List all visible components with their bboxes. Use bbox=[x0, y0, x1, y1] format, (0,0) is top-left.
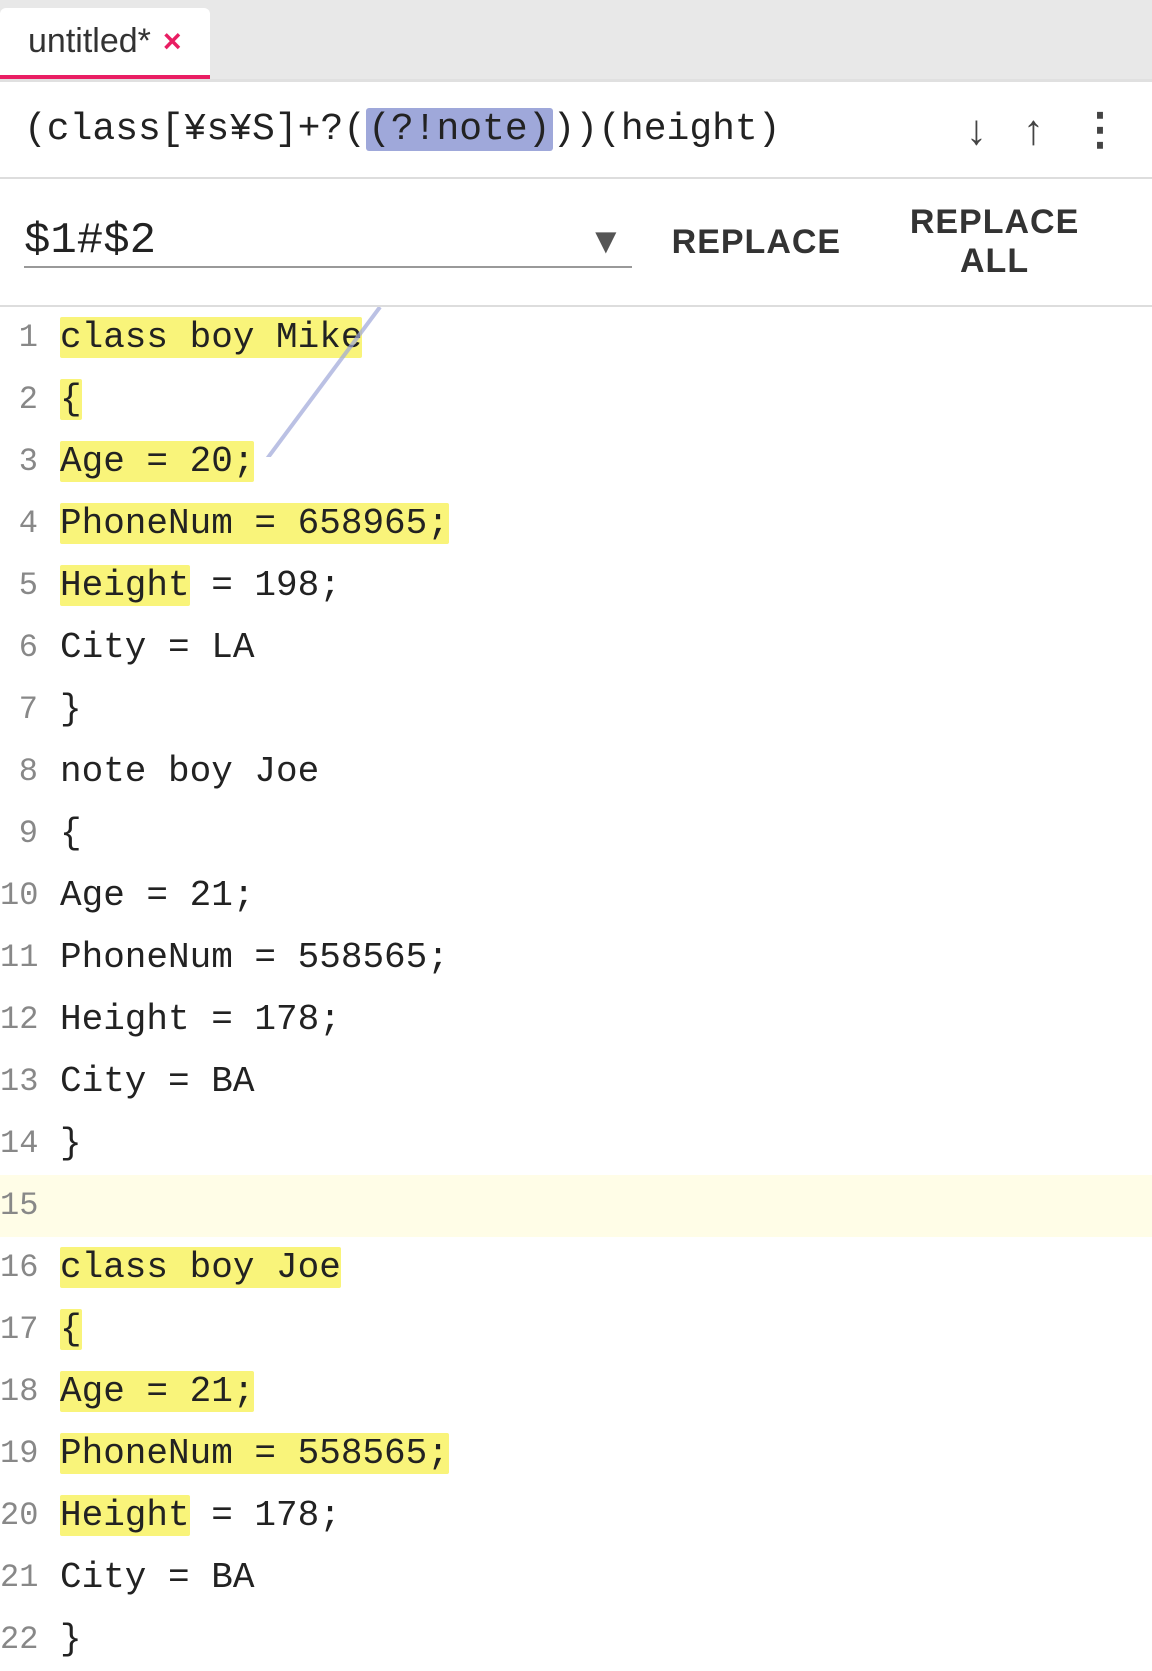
line-number: 17 bbox=[0, 1299, 52, 1361]
line-content: Height = 178; bbox=[52, 989, 341, 1051]
code-line: 19PhoneNum = 558565; bbox=[0, 1423, 1152, 1485]
line-content: City = BA bbox=[52, 1547, 254, 1609]
code-line: 22} bbox=[0, 1609, 1152, 1671]
line-content: Height = 178; bbox=[52, 1485, 341, 1547]
code-line: 9{ bbox=[0, 803, 1152, 865]
search-down-button[interactable]: ↓ bbox=[956, 102, 997, 158]
line-number: 19 bbox=[0, 1423, 52, 1485]
search-highlight-group: (?!note) bbox=[366, 108, 552, 151]
line-number: 6 bbox=[0, 617, 52, 679]
code-line: 13City = BA bbox=[0, 1051, 1152, 1113]
code-line: 15 bbox=[0, 1175, 1152, 1237]
line-content: } bbox=[52, 1609, 82, 1671]
line-content: class boy Joe bbox=[52, 1237, 341, 1299]
line-number: 20 bbox=[0, 1485, 52, 1547]
line-number: 15 bbox=[0, 1175, 52, 1237]
line-number: 16 bbox=[0, 1237, 52, 1299]
line-content: PhoneNum = 558565; bbox=[52, 1423, 449, 1485]
line-content: City = BA bbox=[52, 1051, 254, 1113]
tab-untitled[interactable]: untitled* × bbox=[0, 8, 210, 79]
replace-button[interactable]: REPLACE bbox=[652, 215, 861, 270]
line-number: 1 bbox=[0, 307, 52, 369]
line-number: 14 bbox=[0, 1113, 52, 1175]
line-content: { bbox=[52, 369, 82, 431]
line-content: Age = 21; bbox=[52, 865, 254, 927]
replace-input-wrapper: ▼ bbox=[24, 216, 632, 268]
line-content: } bbox=[52, 1113, 82, 1175]
line-content: class boy Mike bbox=[52, 307, 362, 369]
line-content: } bbox=[52, 679, 82, 741]
code-line: 3Age = 20; bbox=[0, 431, 1152, 493]
code-line: 6City = LA bbox=[0, 617, 1152, 679]
code-line: 11PhoneNum = 558565; bbox=[0, 927, 1152, 989]
line-content: note boy Joe bbox=[52, 741, 319, 803]
line-number: 4 bbox=[0, 493, 52, 555]
search-pattern-before: (class[¥s¥S]+?( bbox=[24, 108, 366, 151]
code-line: 16class boy Joe bbox=[0, 1237, 1152, 1299]
tab-close-button[interactable]: × bbox=[163, 23, 182, 60]
line-number: 5 bbox=[0, 555, 52, 617]
line-number: 10 bbox=[0, 865, 52, 927]
search-bar: (class[¥s¥S]+?((?!note)))(height) ↓ ↑ ⋮ bbox=[0, 82, 1152, 179]
line-number: 11 bbox=[0, 927, 52, 989]
line-content: Age = 21; bbox=[52, 1361, 254, 1423]
line-content: Height = 198; bbox=[52, 555, 341, 617]
search-pattern-after: ))(height) bbox=[553, 108, 781, 151]
line-number: 7 bbox=[0, 679, 52, 741]
line-number: 21 bbox=[0, 1547, 52, 1609]
line-content: City = LA bbox=[52, 617, 254, 679]
code-line: 17{ bbox=[0, 1299, 1152, 1361]
code-line: 4PhoneNum = 658965; bbox=[0, 493, 1152, 555]
code-area: 1class boy Mike2{3Age = 20;4PhoneNum = 6… bbox=[0, 307, 1152, 1671]
code-line: 5Height = 198; bbox=[0, 555, 1152, 617]
tab-bar: untitled* × bbox=[0, 0, 1152, 82]
more-options-button[interactable]: ⋮ bbox=[1070, 100, 1128, 159]
line-number: 3 bbox=[0, 431, 52, 493]
line-content: PhoneNum = 658965; bbox=[52, 493, 449, 555]
replace-dropdown-button[interactable]: ▼ bbox=[580, 216, 632, 266]
replace-input[interactable] bbox=[24, 216, 580, 266]
line-content: { bbox=[52, 1299, 82, 1361]
search-pattern: (class[¥s¥S]+?((?!note)))(height) bbox=[24, 108, 940, 151]
line-content: Age = 20; bbox=[52, 431, 254, 493]
line-number: 2 bbox=[0, 369, 52, 431]
replace-all-button[interactable]: REPLACE ALL bbox=[861, 195, 1128, 289]
code-line: 12Height = 178; bbox=[0, 989, 1152, 1051]
line-number: 12 bbox=[0, 989, 52, 1051]
line-number: 13 bbox=[0, 1051, 52, 1113]
line-content: PhoneNum = 558565; bbox=[52, 927, 449, 989]
code-line: 20Height = 178; bbox=[0, 1485, 1152, 1547]
code-line: 1class boy Mike bbox=[0, 307, 1152, 369]
line-number: 22 bbox=[0, 1609, 52, 1671]
line-content: { bbox=[52, 803, 82, 865]
search-up-button[interactable]: ↑ bbox=[1013, 102, 1054, 158]
code-line: 18Age = 21; bbox=[0, 1361, 1152, 1423]
line-number: 8 bbox=[0, 741, 52, 803]
replace-bar: ▼ REPLACE REPLACE ALL bbox=[0, 179, 1152, 307]
tab-title: untitled* bbox=[28, 22, 151, 61]
line-number: 9 bbox=[0, 803, 52, 865]
code-line: 14} bbox=[0, 1113, 1152, 1175]
code-line: 10Age = 21; bbox=[0, 865, 1152, 927]
code-line: 21City = BA bbox=[0, 1547, 1152, 1609]
code-line: 7} bbox=[0, 679, 1152, 741]
code-line: 2{ bbox=[0, 369, 1152, 431]
line-number: 18 bbox=[0, 1361, 52, 1423]
code-line: 8note boy Joe bbox=[0, 741, 1152, 803]
